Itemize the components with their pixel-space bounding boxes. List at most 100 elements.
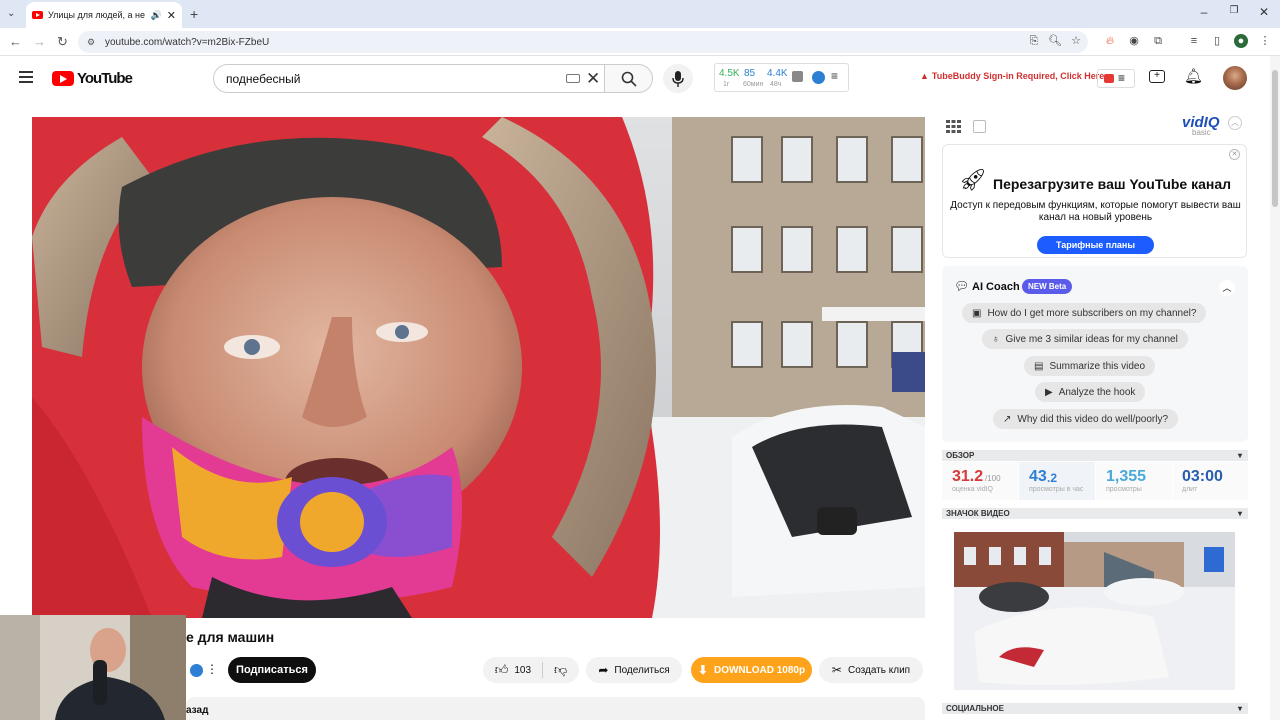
minimize-icon[interactable]: –: [1189, 5, 1219, 19]
subscribe-label: Подписаться: [236, 664, 308, 676]
social-label: СОЦИАЛЬНОЕ: [946, 704, 1004, 713]
ai-question-label: Summarize this video: [1049, 360, 1146, 372]
extension-flame-icon[interactable]: 🔥︎: [1103, 34, 1117, 48]
install-app-icon[interactable]: ⎘: [1027, 34, 1041, 48]
download-button[interactable]: ⬇ DOWNLOAD 1080p: [691, 657, 812, 683]
thumbs-up-icon[interactable]: 👍︎: [495, 662, 509, 678]
thumbnail-section-header[interactable]: ЗНАЧОК ВИДЕО ▾: [942, 508, 1248, 519]
extensions-puzzle-icon[interactable]: ⧉: [1151, 34, 1165, 48]
thumbnail-label: ЗНАЧОК ВИДЕО: [946, 509, 1010, 518]
media-control-icon[interactable]: ≡: [1187, 34, 1201, 48]
search-icon: [621, 71, 637, 87]
side-panel-icon[interactable]: ▯: [1210, 34, 1224, 48]
reload-icon[interactable]: ↻: [57, 34, 68, 50]
back-arrow-icon[interactable]: ←: [9, 34, 22, 49]
views-per-hour-decimal: .2: [1047, 471, 1058, 485]
social-section-header[interactable]: СОЦИАЛЬНОЕ ▾: [942, 703, 1248, 714]
view-count-label: просмотры: [1106, 486, 1142, 493]
stat-48h: 4.4K: [767, 68, 788, 79]
keyboard-icon[interactable]: [566, 74, 580, 83]
search-input[interactable]: поднебесный: [213, 64, 613, 93]
stat-1yr: 4.5K: [719, 68, 740, 79]
subscribe-button[interactable]: Подписаться: [228, 657, 316, 683]
new-tab-plus-icon[interactable]: +: [190, 6, 198, 22]
create-video-icon[interactable]: +: [1149, 70, 1165, 83]
document-icon: ▤: [1034, 360, 1044, 372]
collapse-chevron-icon[interactable]: ︿: [1219, 280, 1235, 296]
overview-label: ОБЗОР: [946, 451, 975, 460]
tubebuddy-menu-button[interactable]: ≡: [1097, 69, 1135, 88]
tubebuddy-notice-text: TubeBuddy Sign-in Required, Click Here: [931, 71, 1105, 81]
chart-icon[interactable]: [792, 71, 803, 82]
grid-view-icon[interactable]: [946, 120, 961, 133]
account-avatar[interactable]: [1223, 66, 1247, 90]
create-clip-button[interactable]: ✂ Создать клип: [819, 657, 923, 683]
pricing-plans-button[interactable]: Тарифные планы: [1037, 236, 1154, 254]
video-length: 03:00: [1182, 468, 1223, 485]
overview-section-header[interactable]: ОБЗОР ▾: [942, 450, 1248, 461]
new-beta-badge: NEW Beta: [1022, 279, 1073, 294]
tubebuddy-notice[interactable]: ▲ TubeBuddy Sign-in Required, Click Here: [920, 71, 1104, 81]
vidiq-score: 31.2: [952, 468, 984, 485]
forward-arrow-icon[interactable]: →: [33, 34, 46, 49]
vidiq-score-label: оценка vidIQ: [952, 486, 993, 493]
zoom-icon[interactable]: 🔍︎: [1048, 34, 1062, 48]
play-icon: ▶: [1045, 386, 1053, 398]
tubebuddy-icon: [1104, 74, 1114, 83]
extension-circle-icon[interactable]: ◉: [1127, 34, 1141, 48]
restore-icon[interactable]: ❐: [1219, 5, 1249, 16]
promo-close-icon[interactable]: ✕: [1229, 149, 1240, 160]
thumbs-down-icon[interactable]: 👎︎: [554, 662, 567, 678]
video-title: е для машин: [186, 629, 275, 645]
ai-question-label: Analyze the hook: [1058, 386, 1136, 398]
vidiq-logo-icon[interactable]: [812, 71, 825, 84]
vidiq-header-stats[interactable]: 4.5K 85 4.4K 1г 60мин 48ч ≡: [714, 63, 849, 92]
site-info-icon[interactable]: ⚙: [87, 37, 95, 48]
vidiq-channel-icon[interactable]: [190, 664, 203, 677]
ai-question-ideas[interactable]: ♁ Give me 3 similar ideas for my channel: [982, 329, 1188, 349]
clear-search-icon[interactable]: ✕: [586, 69, 600, 89]
vidiq-tier: basic: [1192, 128, 1211, 137]
video-player[interactable]: [32, 117, 925, 618]
bookmark-star-icon[interactable]: ☆: [1069, 34, 1083, 48]
lightbulb-icon: ♁: [992, 333, 1000, 345]
notifications-bell-icon[interactable]: 🔔︎: [1184, 67, 1203, 85]
ai-question-hook[interactable]: ▶ Analyze the hook: [1035, 382, 1146, 402]
menu-lines-icon: ≡: [1118, 71, 1126, 85]
voice-search-button[interactable]: [663, 64, 693, 93]
video-thumbnail[interactable]: [954, 532, 1235, 690]
profile-avatar-icon[interactable]: ●: [1234, 34, 1248, 48]
more-options-icon[interactable]: ⋮: [206, 662, 218, 676]
window-close-icon[interactable]: ✕: [1249, 5, 1279, 19]
tab-close-icon[interactable]: ✕: [167, 9, 176, 22]
youtube-wordmark: YouTube: [77, 70, 133, 87]
share-arrow-icon: ➦: [598, 663, 609, 677]
hamburger-menu-icon[interactable]: [19, 71, 33, 83]
vidiq-menu-icon[interactable]: ≡: [831, 69, 838, 83]
description-box[interactable]: азад: [186, 697, 925, 720]
ai-question-label: Why did this video do well/poorly?: [1017, 413, 1169, 425]
tab-list-chevron-icon[interactable]: ⌄: [7, 8, 15, 19]
collapse-icon[interactable]: ︿: [1228, 116, 1242, 130]
page-scrollbar-thumb[interactable]: [1272, 70, 1278, 207]
browser-menu-icon[interactable]: ⋮: [1258, 34, 1272, 48]
search-button[interactable]: [604, 64, 653, 93]
speaker-icon[interactable]: 🔊: [151, 10, 162, 21]
download-label: DOWNLOAD 1080p: [713, 664, 806, 676]
stats-view-icon[interactable]: [973, 120, 986, 133]
section-chevron-icon: ▾: [1237, 451, 1242, 460]
section-chevron-icon: ▾: [1237, 704, 1242, 713]
like-dislike-group[interactable]: 👍︎ 103 👎︎: [483, 657, 579, 683]
promo-text: Доступ к передовым функциям, которые пом…: [950, 200, 1241, 223]
youtube-logo[interactable]: YouTube: [52, 70, 133, 87]
browser-tab[interactable]: Улицы для людей, а не для 🔊 ✕: [26, 2, 182, 28]
ai-question-performance[interactable]: ↗ Why did this video do well/poorly?: [993, 409, 1179, 429]
ai-question-subscribers[interactable]: ▣ How do I get more subscribers on my cha…: [962, 303, 1207, 323]
section-chevron-icon: ▾: [1237, 509, 1242, 518]
views-per-hour: 43: [1029, 468, 1047, 485]
ai-question-summarize[interactable]: ▤ Summarize this video: [1024, 356, 1156, 376]
ai-question-label: Give me 3 similar ideas for my channel: [1005, 333, 1178, 345]
create-clip-label: Создать клип: [847, 664, 911, 676]
url-field[interactable]: youtube.com/watch?v=m2Bix-FZbeU: [78, 31, 1088, 53]
share-button[interactable]: ➦ Поделиться: [586, 657, 682, 683]
